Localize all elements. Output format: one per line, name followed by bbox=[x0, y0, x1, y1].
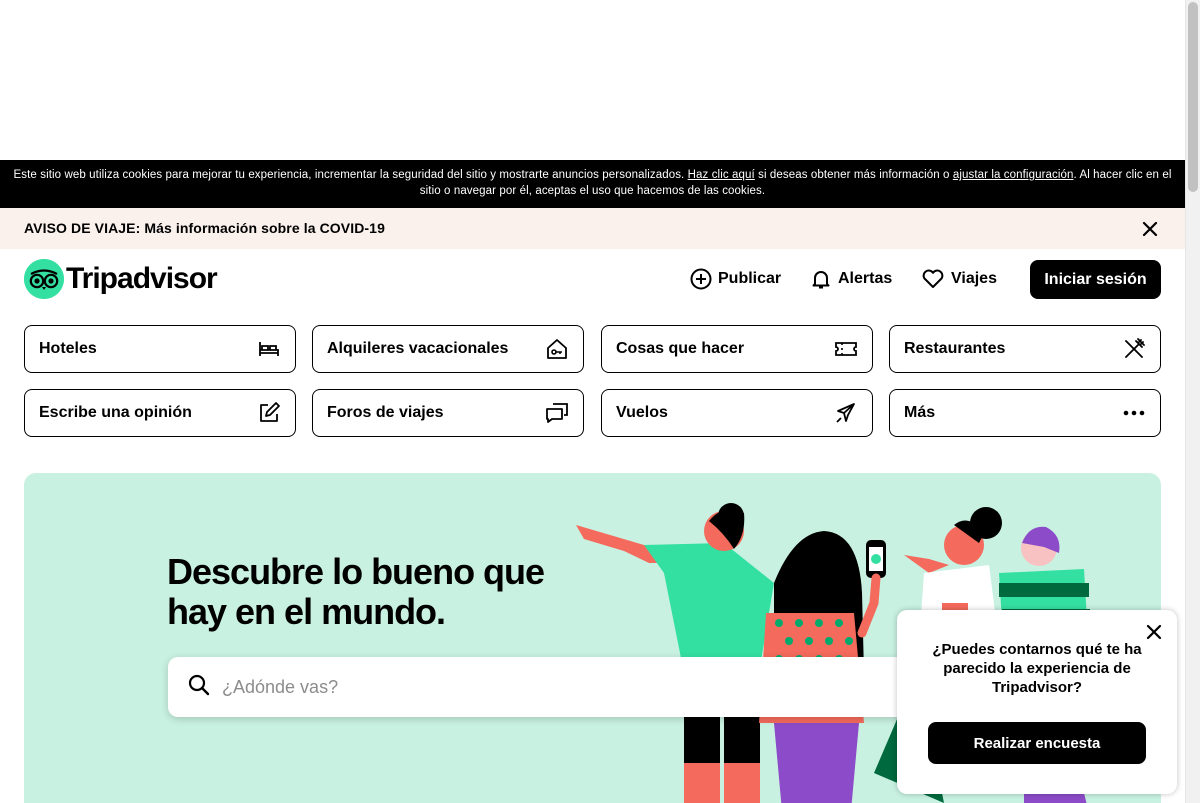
travel-notice-text[interactable]: AVISO DE VIAJE: Más información sobre la… bbox=[24, 220, 385, 236]
category-label: Alquileres vacacionales bbox=[327, 340, 509, 357]
alerts-button[interactable]: Alertas bbox=[810, 260, 892, 298]
cookie-text-1: Este sitio web utiliza cookies para mejo… bbox=[13, 169, 688, 181]
category-label: Foros de viajes bbox=[327, 404, 444, 421]
category-hotels[interactable]: Hoteles bbox=[24, 325, 296, 373]
trips-label: Viajes bbox=[951, 270, 997, 287]
category-flights[interactable]: Vuelos bbox=[601, 389, 873, 437]
category-things-to-do[interactable]: Cosas que hacer bbox=[601, 325, 873, 373]
search-icon bbox=[188, 674, 210, 701]
owl-logo-icon bbox=[24, 259, 64, 299]
trips-button[interactable]: Viajes bbox=[921, 260, 997, 298]
plane-icon bbox=[834, 401, 858, 425]
house-key-icon bbox=[545, 337, 569, 361]
category-vacation-rentals[interactable]: Alquileres vacacionales bbox=[312, 325, 584, 373]
alerts-label: Alertas bbox=[838, 270, 893, 287]
heart-icon bbox=[922, 269, 944, 288]
bed-icon bbox=[257, 337, 281, 361]
category-label: Más bbox=[904, 404, 936, 421]
category-restaurants[interactable]: Restaurantes bbox=[889, 325, 1161, 373]
plus-circle-icon bbox=[690, 268, 712, 290]
category-more[interactable]: Más bbox=[889, 389, 1161, 437]
cookie-settings-link[interactable]: ajustar la configuración bbox=[953, 169, 1074, 181]
travel-notice[interactable]: AVISO DE VIAJE: Más información sobre la… bbox=[0, 208, 1185, 249]
cookie-banner: Este sitio web utiliza cookies para mejo… bbox=[0, 160, 1185, 208]
take-survey-button[interactable]: Realizar encuesta bbox=[928, 722, 1146, 764]
cookie-text-2: si deseas obtener más información o bbox=[754, 169, 953, 181]
scrollbar[interactable] bbox=[1185, 0, 1200, 803]
take-survey-label: Realizar encuesta bbox=[973, 734, 1101, 752]
more-icon bbox=[1122, 401, 1146, 425]
chat-icon bbox=[545, 401, 569, 425]
bell-icon bbox=[812, 271, 830, 289]
category-label: Escribe una opinión bbox=[39, 404, 192, 421]
category-label: Hoteles bbox=[39, 340, 97, 357]
category-label: Vuelos bbox=[616, 404, 668, 421]
survey-popup: ¿Puedes contarnos qué te ha parecido la … bbox=[897, 610, 1177, 794]
cookie-more-info-link[interactable]: Haz clic aquí bbox=[688, 169, 755, 181]
ticket-icon bbox=[834, 337, 858, 361]
survey-question: ¿Puedes contarnos qué te ha parecido la … bbox=[932, 641, 1142, 696]
category-label: Restaurantes bbox=[904, 340, 1006, 357]
signin-label: Iniciar sesión bbox=[1044, 270, 1147, 288]
edit-icon bbox=[257, 401, 281, 425]
scrollbar-thumb[interactable] bbox=[1188, 2, 1198, 192]
tripadvisor-logo[interactable]: Tripadvisor bbox=[24, 259, 218, 299]
category-travel-forums[interactable]: Foros de viajes bbox=[312, 389, 584, 437]
category-label: Cosas que hacer bbox=[616, 340, 745, 357]
hero-title-line1: Descubre lo bueno que bbox=[167, 551, 545, 592]
search-box[interactable] bbox=[168, 657, 948, 717]
close-icon[interactable] bbox=[1140, 219, 1160, 239]
category-write-review[interactable]: Escribe una opinión bbox=[24, 389, 296, 437]
page: Este sitio web utiliza cookies para mejo… bbox=[0, 0, 1185, 803]
utensils-icon bbox=[1122, 337, 1146, 361]
post-button[interactable]: Publicar bbox=[690, 260, 781, 298]
hero-title: Descubre lo bueno que hay en el mundo. bbox=[167, 552, 607, 632]
search-input[interactable] bbox=[222, 676, 822, 698]
logo-text: Tripadvisor bbox=[66, 262, 218, 295]
post-label: Publicar bbox=[718, 270, 782, 287]
close-icon[interactable] bbox=[1145, 623, 1163, 641]
signin-button[interactable]: Iniciar sesión bbox=[1030, 260, 1161, 299]
hero-title-line2: hay en el mundo. bbox=[167, 591, 446, 632]
